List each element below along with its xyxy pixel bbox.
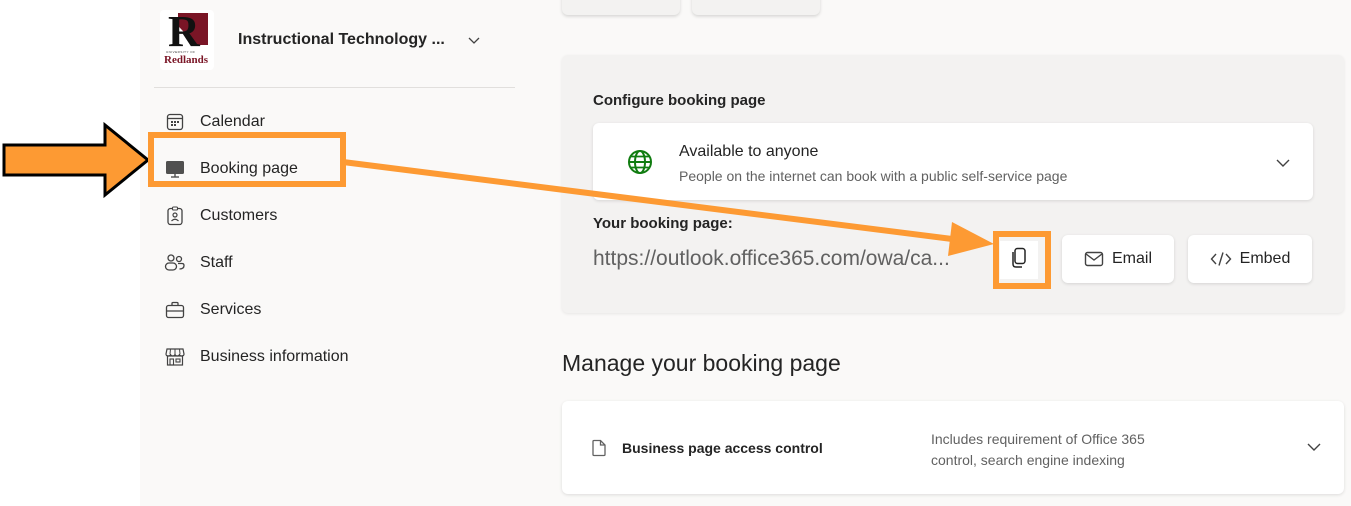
email-button[interactable]: Email [1062,235,1174,283]
calendar-icon [164,111,186,133]
access-control-description: Includes requirement of Office 365 contr… [931,429,1145,471]
logo-letter: R [168,10,200,56]
business-selector[interactable]: R UNIVERSITY OF Redlands Instructional T… [160,10,481,70]
contact-card-icon [164,205,186,227]
bookings-app: R UNIVERSITY OF Redlands Instructional T… [140,0,1351,506]
monitor-icon [164,158,186,180]
sidebar-item-services[interactable]: Services [164,286,349,333]
availability-title: Available to anyone [679,143,819,160]
chevron-down-icon [1306,439,1322,455]
sidebar-divider [154,87,515,88]
top-button-1[interactable] [562,0,680,15]
sidebar-item-label: Booking page [200,159,298,177]
sidebar-item-label: Services [200,300,262,318]
sidebar-item-label: Business information [200,347,349,365]
sidebar-item-label: Customers [200,206,278,224]
business-name: Instructional Technology ... [238,31,445,48]
globe-icon [627,149,653,175]
availability-dropdown[interactable]: Available to anyone People on the intern… [593,123,1313,200]
briefcase-icon [164,299,186,321]
top-button-2[interactable] [692,0,820,15]
manage-booking-page-heading: Manage your booking page [562,350,841,376]
sidebar-item-calendar[interactable]: Calendar [164,98,349,145]
copy-link-button[interactable] [1000,241,1038,279]
storefront-icon [164,346,186,368]
configure-title: Configure booking page [593,92,766,109]
embed-button[interactable]: Embed [1188,235,1312,283]
availability-subtitle: People on the internet can book with a p… [679,168,1068,184]
code-icon [1210,251,1232,267]
sidebar: R UNIVERSITY OF Redlands Instructional T… [140,0,515,506]
chevron-down-icon [1275,155,1291,171]
document-icon [590,439,608,457]
sidebar-item-booking-page[interactable]: Booking page [164,145,349,192]
email-button-label: Email [1111,250,1152,267]
access-control-desc-line2: control, search engine indexing [931,452,1125,468]
sidebar-item-label: Calendar [200,112,265,130]
mail-icon [1084,251,1104,267]
embed-button-label: Embed [1239,250,1291,267]
sidebar-item-staff[interactable]: Staff [164,239,349,286]
access-control-title: Business page access control [622,440,823,456]
booking-page-url[interactable]: https://outlook.office365.com/owa/ca... [593,247,995,271]
university-logo: R UNIVERSITY OF Redlands [160,10,214,70]
sidebar-item-customers[interactable]: Customers [164,192,349,239]
people-icon [164,252,186,274]
configure-booking-page-card: Configure booking page Available to anyo… [562,55,1344,313]
copy-icon [1010,247,1028,274]
access-control-accordion[interactable]: Business page access control Includes re… [562,401,1344,494]
your-booking-page-label: Your booking page: [593,215,733,232]
access-control-desc-line1: Includes requirement of Office 365 [931,431,1145,447]
sidebar-nav: Calendar Booking page Customers Staff Se… [164,98,349,380]
sidebar-item-business-information[interactable]: Business information [164,333,349,380]
sidebar-item-label: Staff [200,253,233,271]
chevron-down-icon[interactable] [467,33,481,47]
annotation-block-arrow [2,121,151,199]
